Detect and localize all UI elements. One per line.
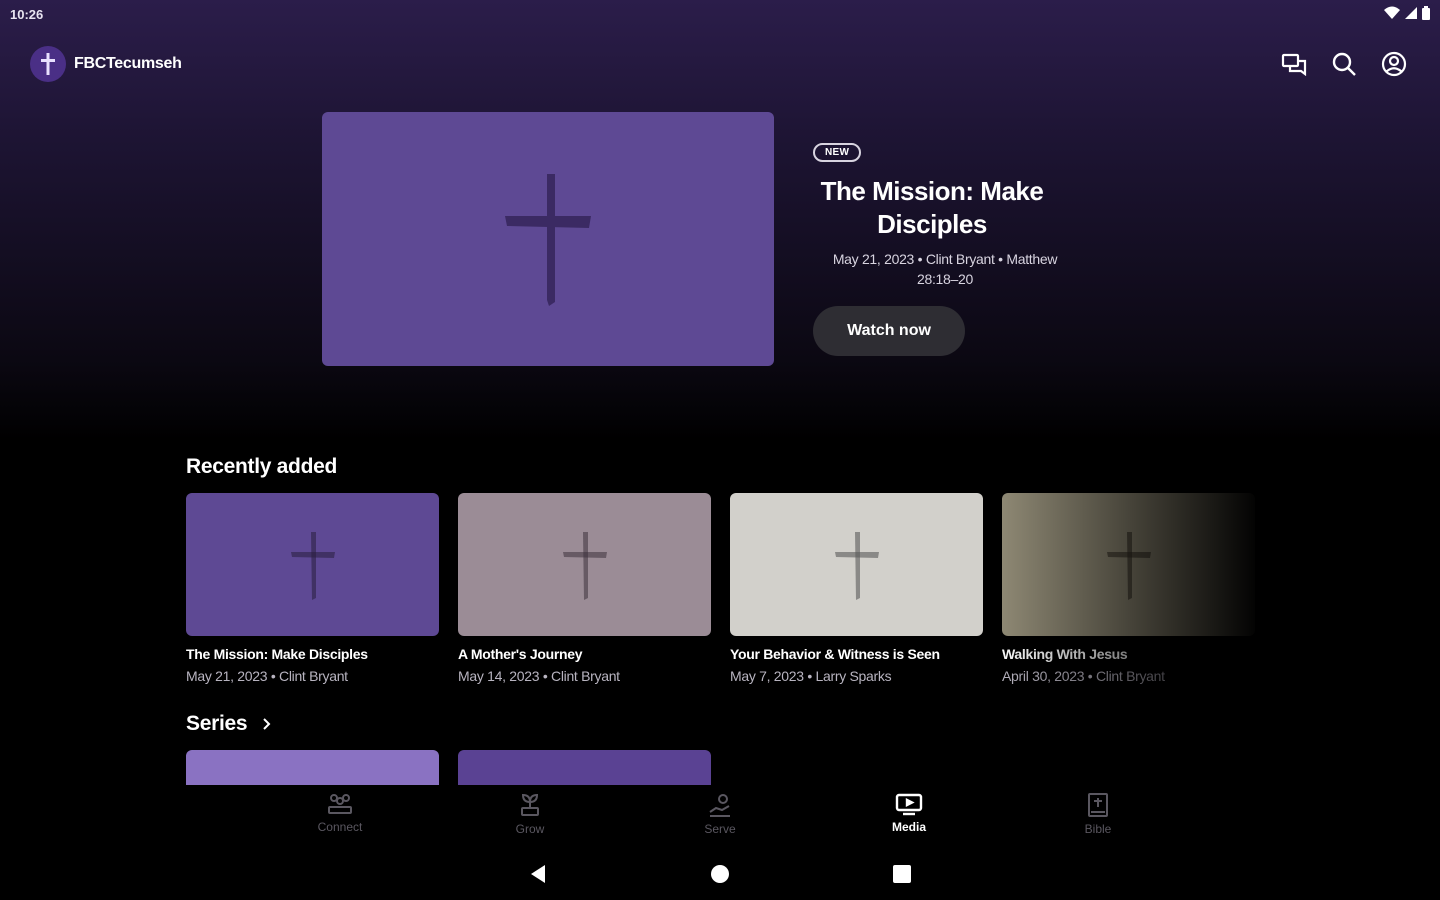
account-icon [1381,51,1407,77]
cross-placeholder-icon [505,174,591,306]
chevron-right-icon [263,718,271,730]
card-thumbnail [458,493,711,636]
nav-connect[interactable]: Connect [300,792,380,834]
recents-button[interactable] [890,862,914,886]
nav-bible[interactable]: Bible [1058,792,1138,836]
series-title: Series [186,712,248,735]
card-meta: May 7, 2023 • Larry Sparks [730,668,892,684]
new-badge: NEW [813,143,862,162]
watch-now-button[interactable]: Watch now [813,306,965,356]
app-name[interactable]: FBCTecumseh [74,55,182,73]
recently-added-title: Recently added [186,455,338,478]
media-card[interactable]: Your Behavior & Witness is Seen May 7, 2… [730,493,983,684]
status-time: 10:26 [10,7,44,22]
nav-label: Serve [704,822,736,836]
card-thumbnail [730,493,983,636]
system-navigation [0,852,1440,896]
card-meta: May 14, 2023 • Clint Bryant [458,668,620,684]
card-title: The Mission: Make Disciples [186,646,368,662]
back-icon [531,865,545,883]
nav-serve[interactable]: Serve [680,792,760,836]
media-card[interactable]: The Mission: Make Disciples May 21, 2023… [186,493,439,684]
media-card[interactable]: Walking With Jesus April 30, 2023 • Clin… [1002,493,1255,684]
card-title: Walking With Jesus [1002,646,1128,662]
nav-label: Media [891,820,926,834]
home-icon [711,865,729,883]
bottom-navigation: Connect Grow Serve Media Bible [0,786,1440,842]
status-icons [1384,6,1430,20]
card-title: Your Behavior & Witness is Seen [730,646,940,662]
cross-placeholder-icon [290,531,335,600]
nav-media[interactable]: Media [869,792,949,834]
connect-icon [328,794,352,814]
cross-placeholder-icon [834,531,879,600]
app-bar: FBCTecumseh [0,42,1440,86]
recents-icon [893,865,911,883]
series-list [186,750,786,785]
account-button[interactable] [1380,50,1408,78]
card-meta: April 30, 2023 • Clint Bryant [1002,668,1165,684]
card-thumbnail [186,493,439,636]
messages-button[interactable] [1280,50,1308,78]
nav-label: Grow [515,822,545,836]
hero-title: The Mission: Make Disciples [820,176,1044,239]
bible-icon [1088,793,1108,817]
home-button[interactable] [708,862,732,886]
hero-meta: May 21, 2023 • Clint Bryant • Matthew 28… [832,251,1058,287]
back-button[interactable] [526,862,550,886]
card-meta: May 21, 2023 • Clint Bryant [186,668,348,684]
cross-placeholder-icon [562,531,607,600]
search-icon [1332,52,1356,76]
nav-label: Bible [1084,822,1112,836]
wifi-icon [1384,6,1400,19]
card-title: A Mother's Journey [458,646,583,662]
serve-icon [709,794,730,817]
signal-icon [1405,7,1417,19]
series-card[interactable] [458,750,711,785]
recently-added-list: The Mission: Make Disciples May 21, 2023… [186,493,1256,693]
nav-label: Connect [317,820,363,834]
battery-icon [1422,6,1430,20]
series-card[interactable] [186,750,439,785]
media-card[interactable]: A Mother's Journey May 14, 2023 • Clint … [458,493,711,684]
search-button[interactable] [1330,50,1358,78]
cross-icon [41,53,55,75]
status-bar: 10:26 [0,0,1440,30]
cross-placeholder-icon [1106,531,1151,600]
grow-icon [521,793,539,816]
messages-icon [1281,53,1307,76]
series-header[interactable]: Series [186,712,271,736]
nav-grow[interactable]: Grow [490,792,570,836]
top-actions [1280,50,1408,78]
card-thumbnail [1002,493,1255,636]
hero-thumbnail[interactable] [322,112,774,366]
media-icon [895,793,923,816]
church-logo[interactable] [30,46,66,82]
